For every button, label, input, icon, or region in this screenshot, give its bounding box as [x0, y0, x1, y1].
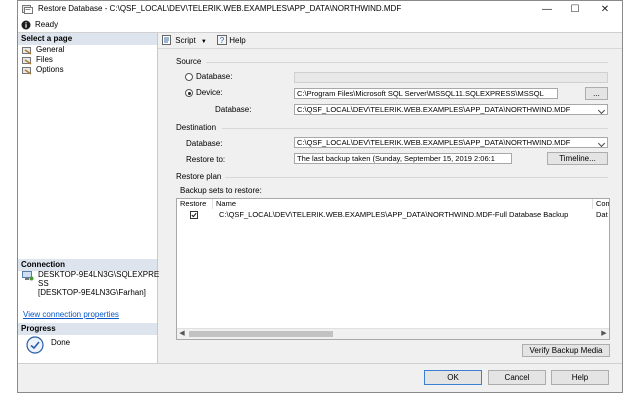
help-toolbar-button[interactable]: ? Help — [217, 35, 246, 46]
page-item-options-label: Options — [36, 65, 64, 74]
device-path-field[interactable]: C:\Program Files\Microsoft SQL Server\MS… — [294, 88, 558, 99]
restore-to-label: Restore to: — [186, 155, 226, 164]
select-page-header: Select a page — [18, 33, 157, 45]
destination-group-label: Destination — [176, 123, 216, 132]
scrollbar-thumb[interactable] — [189, 331, 333, 337]
restore-database-app-icon — [22, 5, 33, 14]
device-radio-label: Device: — [196, 88, 223, 97]
svg-text:?: ? — [220, 36, 225, 45]
script-icon — [162, 35, 171, 45]
database-radio-label: Database: — [196, 72, 233, 81]
source-database-combo — [294, 72, 608, 83]
page-item-files-label: Files — [36, 55, 53, 64]
toolbar: Script ▼ ? Help — [158, 33, 622, 49]
browse-device-button[interactable]: ... — [585, 87, 608, 100]
column-header-restore[interactable]: Restore — [177, 199, 213, 209]
database-radio[interactable] — [185, 73, 193, 81]
wrench-icon — [22, 67, 32, 75]
dialog-button-bar: OK Cancel Help — [18, 363, 622, 392]
help-toolbar-label: Help — [229, 36, 246, 45]
progress-header: Progress — [18, 323, 157, 335]
main-panel: Script ▼ ? Help Source Database: Device:… — [158, 33, 622, 371]
source-divider — [206, 62, 608, 63]
backup-set-name: C:\QSF_LOCAL\DEV\TELERIK.WEB.EXAMPLES\AP… — [219, 210, 569, 219]
scroll-right-icon[interactable]: ▶ — [599, 329, 609, 339]
restore-to-field: The last backup taken (Sunday, September… — [294, 153, 512, 164]
cancel-button[interactable]: Cancel — [488, 370, 546, 385]
source-label: Source — [176, 57, 202, 66]
progress-status: Done — [51, 338, 71, 347]
verify-backup-media-button[interactable]: Verify Backup Media — [522, 344, 610, 357]
source-group-label: Source — [176, 57, 201, 66]
column-header-name[interactable]: Name — [213, 199, 593, 209]
horizontal-scrollbar[interactable]: ◀ ▶ — [177, 328, 609, 339]
source-database-label: Database: — [215, 105, 252, 114]
script-label: Script — [175, 36, 196, 45]
wrench-icon — [22, 47, 32, 55]
minimize-icon[interactable]: — — [533, 1, 561, 18]
info-icon — [21, 20, 31, 30]
destination-divider — [222, 128, 608, 129]
left-panel: Select a page General Files Options Conn… — [18, 33, 159, 371]
connection-server-line2: SS — [38, 279, 49, 288]
close-icon[interactable]: ✕ — [591, 1, 619, 18]
restore-database-window: Restore Database - C:\QSF_LOCAL\DEV\TELE… — [17, 0, 623, 393]
table-row[interactable]: C:\QSF_LOCAL\DEV\TELERIK.WEB.EXAMPLES\AP… — [177, 209, 609, 221]
wrench-icon — [22, 57, 32, 65]
connection-server-line1: DESKTOP-9E4LN3G\SQLEXPRE — [38, 270, 160, 279]
done-check-icon — [26, 336, 44, 354]
status-bar: Ready — [18, 18, 622, 33]
chevron-down-icon[interactable]: ▼ — [201, 39, 207, 45]
window-title: Restore Database - C:\QSF_LOCAL\DEV\TELE… — [38, 4, 402, 13]
page-item-files[interactable]: Files — [18, 55, 157, 65]
restore-plan-group-label: Restore plan — [176, 172, 221, 181]
view-connection-properties-link[interactable]: View connection properties — [23, 310, 119, 319]
column-header-component[interactable]: Com — [593, 199, 609, 209]
ok-button[interactable]: OK — [424, 370, 482, 385]
title-bar: Restore Database - C:\QSF_LOCAL\DEV\TELE… — [18, 1, 622, 18]
scroll-left-icon[interactable]: ◀ — [177, 329, 187, 339]
status-text: Ready — [35, 20, 59, 29]
backup-sets-label: Backup sets to restore: — [180, 186, 262, 195]
backup-sets-grid: Restore Name Com C:\QSF_LOCAL\DEV\TELERI… — [176, 198, 610, 340]
connection-server: DESKTOP-9E4LN3G\SQLEXPRE SS [DESKTOP-9E4… — [38, 270, 159, 297]
page-item-general-label: General — [36, 45, 65, 54]
checkmark-icon — [191, 212, 197, 218]
backup-set-component: Dat — [596, 210, 608, 219]
timeline-button[interactable]: Timeline... — [547, 152, 608, 165]
destination-database-label: Database: — [186, 139, 223, 148]
source-database-select[interactable]: C:\QSF_LOCAL\DEV\TELERIK.WEB.EXAMPLES\AP… — [294, 104, 608, 115]
help-button[interactable]: Help — [551, 370, 609, 385]
device-radio[interactable] — [185, 89, 193, 97]
script-button[interactable]: Script ▼ — [162, 35, 207, 46]
restore-plan-divider — [225, 177, 608, 178]
connection-user: [DESKTOP-9E4LN3G\Farhan] — [38, 288, 146, 297]
page-item-general[interactable]: General — [18, 45, 157, 55]
help-icon: ? — [217, 35, 227, 45]
server-icon — [22, 271, 34, 281]
restore-plan-label: Restore plan — [176, 172, 222, 181]
destination-database-select[interactable]: C:\QSF_LOCAL\DEV\TELERIK.WEB.EXAMPLES\AP… — [294, 137, 608, 148]
restore-checkbox[interactable] — [190, 211, 198, 219]
maximize-icon[interactable]: ☐ — [561, 1, 589, 18]
page-item-options[interactable]: Options — [18, 65, 157, 75]
destination-label: Destination — [176, 123, 217, 132]
